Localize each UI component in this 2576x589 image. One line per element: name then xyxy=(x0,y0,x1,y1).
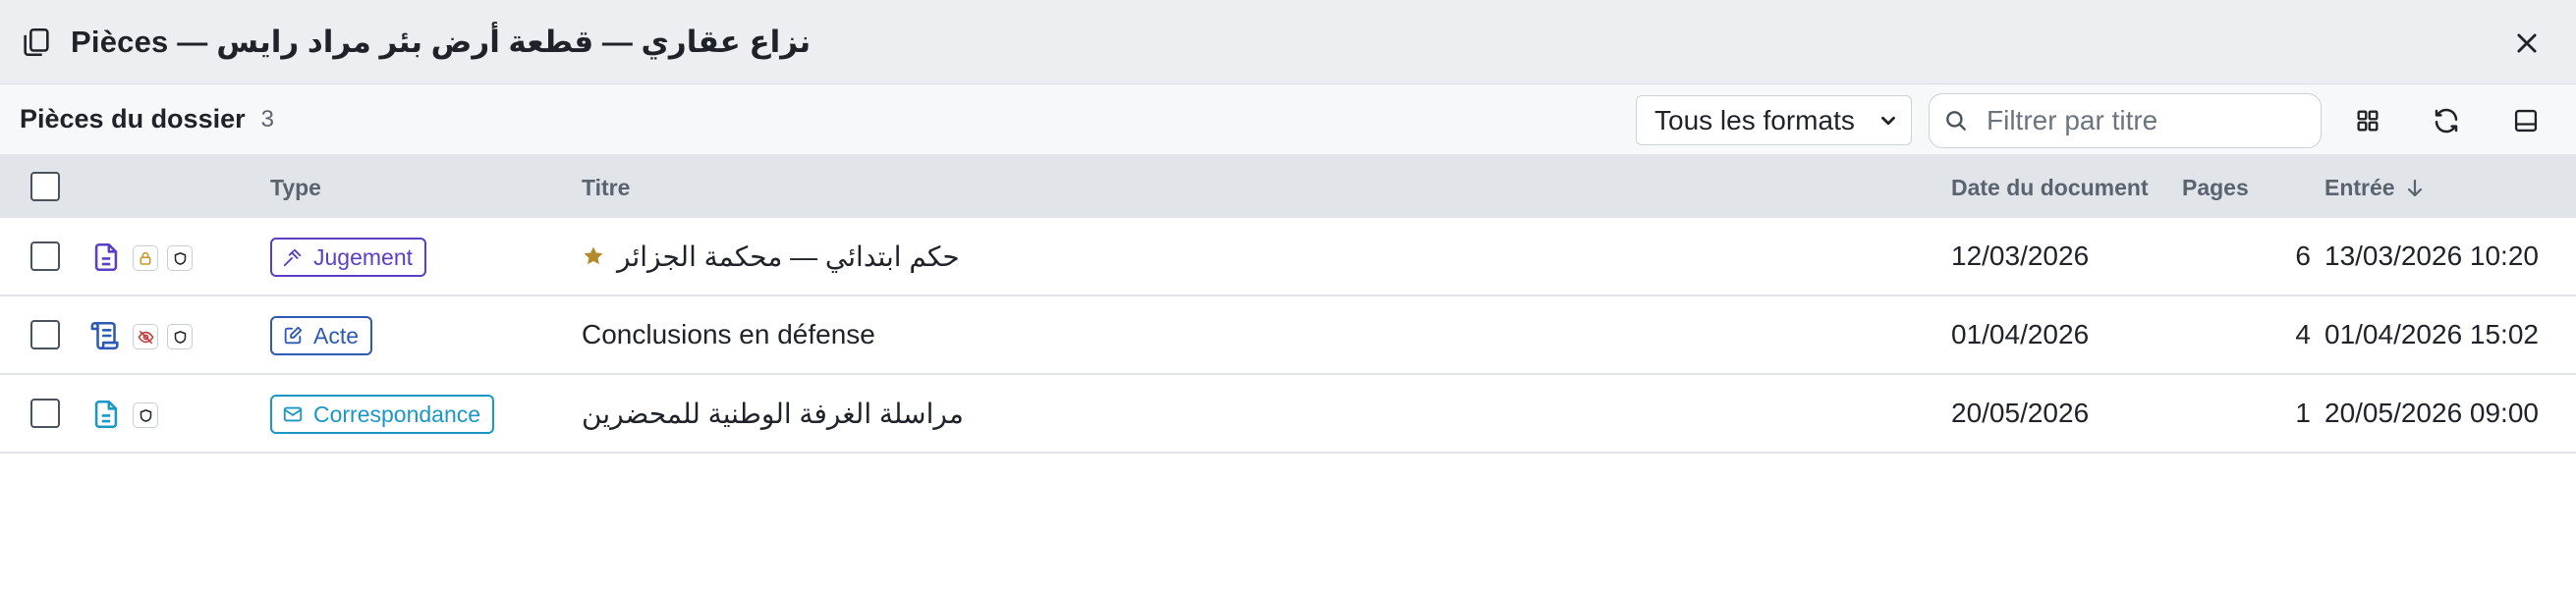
shield-icon xyxy=(167,324,193,349)
section-title: Pièces du dossier xyxy=(20,104,246,134)
window-title: Pièces — نزاع عقاري — قطعة أرض بئر مراد … xyxy=(71,24,812,59)
search-icon xyxy=(1946,111,1966,131)
column-entry[interactable]: Entrée xyxy=(2324,175,2395,201)
copy-documents-icon xyxy=(24,27,49,56)
type-label: Jugement xyxy=(313,243,414,270)
title-text: حكم ابتدائي — محكمة الجزائر xyxy=(617,241,960,272)
entry-cell: 01/04/2026 15:02 xyxy=(2324,319,2539,349)
edit-document-icon xyxy=(284,326,303,345)
table-header: Type Titre Date du document Pages Entrée xyxy=(0,155,2576,218)
format-filter-select[interactable]: Tous les formats xyxy=(1636,95,1912,145)
eye-off-icon xyxy=(133,324,158,349)
entry-cell: 13/03/2026 10:20 xyxy=(2324,241,2539,271)
document-icon xyxy=(94,400,118,429)
doc-date-cell: 20/05/2026 xyxy=(1951,398,2090,428)
close-icon xyxy=(2517,33,2537,53)
title-cell[interactable]: Conclusions en défense xyxy=(582,296,875,373)
type-label: Correspondance xyxy=(313,401,481,427)
doc-date-cell: 01/04/2026 xyxy=(1951,319,2090,349)
title-search[interactable] xyxy=(1929,93,2322,148)
star-icon xyxy=(584,246,603,265)
sort-descending-icon[interactable] xyxy=(2405,178,2425,199)
scroll-icon xyxy=(90,321,119,350)
select-all-checkbox[interactable] xyxy=(30,172,60,201)
table-row[interactable]: Jugement حكم ابتدائي — محكمة الجزائر 12/… xyxy=(0,218,2576,296)
row-checkbox[interactable] xyxy=(30,399,60,428)
close-button[interactable] xyxy=(2507,24,2547,63)
pages-cell: 4 xyxy=(2295,319,2311,349)
title-bar: Pièces — نزاع عقاري — قطعة أرض بئر مراد … xyxy=(0,0,2576,84)
entry-cell: 20/05/2026 09:00 xyxy=(2324,398,2539,428)
title-cell[interactable]: مراسلة الغرفة الوطنية للمحضرين xyxy=(582,375,964,452)
dialog-window: Pièces — نزاع عقاري — قطعة أرض بئر مراد … xyxy=(0,0,2576,589)
row-checkbox[interactable] xyxy=(30,241,60,271)
document-icon xyxy=(94,242,118,272)
type-tag: Acte xyxy=(270,316,373,355)
pages-cell: 1 xyxy=(2295,398,2311,428)
document-count: 3 xyxy=(260,105,274,133)
bottom-panel-icon xyxy=(2514,109,2538,133)
shield-icon xyxy=(167,245,193,271)
lock-icon xyxy=(133,245,158,271)
type-tag: Correspondance xyxy=(270,395,495,434)
pages-cell: 6 xyxy=(2295,241,2311,271)
column-doc-date[interactable]: Date du document xyxy=(1951,175,2149,201)
shield-icon xyxy=(133,402,158,428)
grid-view-button[interactable] xyxy=(2349,102,2386,139)
refresh-button[interactable] xyxy=(2428,102,2465,139)
mail-icon xyxy=(283,406,303,422)
format-select-value: Tous les formats xyxy=(1654,104,1855,135)
table-row[interactable]: Correspondance مراسلة الغرفة الوطنية للم… xyxy=(0,375,2576,454)
chevron-down-icon xyxy=(1881,116,1895,126)
title-text: مراسلة الغرفة الوطنية للمحضرين xyxy=(582,398,964,429)
row-checkbox[interactable] xyxy=(30,320,60,349)
title-cell[interactable]: حكم ابتدائي — محكمة الجزائر xyxy=(582,218,960,294)
type-tag: Jugement xyxy=(270,238,427,277)
type-label: Acte xyxy=(313,322,360,348)
column-pages[interactable]: Pages xyxy=(2182,175,2249,201)
gavel-icon xyxy=(283,248,302,267)
search-input[interactable] xyxy=(1987,105,2301,136)
grid-icon xyxy=(2357,110,2379,132)
refresh-icon xyxy=(2435,108,2458,134)
title-text: Conclusions en défense xyxy=(582,319,875,349)
panel-toggle-button[interactable] xyxy=(2507,102,2545,139)
doc-date-cell: 12/03/2026 xyxy=(1951,241,2090,271)
toolbar: Pièces du dossier 3 Tous les formats xyxy=(0,84,2576,155)
column-type[interactable]: Type xyxy=(270,175,321,201)
column-title[interactable]: Titre xyxy=(582,175,630,201)
table-row[interactable]: Acte Conclusions en défense 01/04/2026 4… xyxy=(0,296,2576,375)
